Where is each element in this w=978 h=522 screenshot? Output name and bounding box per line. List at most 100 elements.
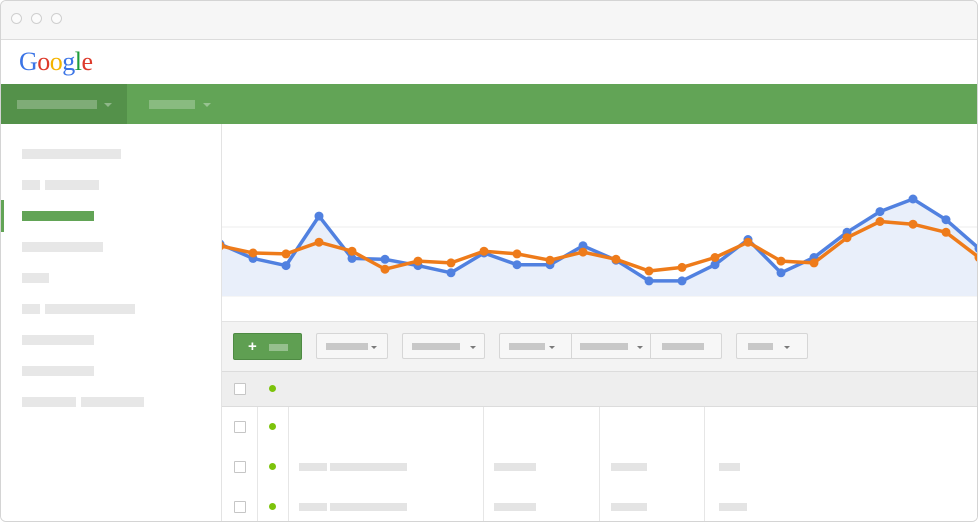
- data-point[interactable]: [545, 255, 555, 265]
- data-point[interactable]: [842, 233, 852, 243]
- logo-letter: G: [19, 47, 38, 76]
- dropdown-label-placeholder: [326, 343, 368, 350]
- cell-placeholder: [719, 463, 740, 471]
- data-point[interactable]: [578, 247, 588, 257]
- row-checkbox[interactable]: [234, 421, 246, 433]
- sidebar-item-placeholder: [22, 335, 94, 345]
- chevron-down-icon: [470, 346, 476, 349]
- data-point[interactable]: [644, 276, 654, 286]
- top-nav-bar: [1, 84, 977, 124]
- column-divider: [599, 447, 600, 487]
- data-point[interactable]: [776, 268, 786, 278]
- sidebar-item-placeholder: [45, 304, 135, 314]
- table-row[interactable]: [222, 407, 977, 448]
- sidebar-item-placeholder: [22, 366, 94, 376]
- data-point[interactable]: [347, 246, 357, 256]
- data-point[interactable]: [908, 219, 918, 229]
- data-point[interactable]: [710, 253, 720, 262]
- data-point[interactable]: [281, 249, 291, 259]
- data-point[interactable]: [644, 266, 654, 276]
- data-point[interactable]: [314, 211, 324, 221]
- data-point[interactable]: [743, 237, 753, 247]
- dropdown-label-placeholder: [580, 343, 628, 350]
- close-window-button[interactable]: [11, 13, 22, 24]
- filter-dropdown[interactable]: [499, 333, 572, 359]
- cell-placeholder: [494, 463, 536, 471]
- logo-letter: e: [81, 47, 94, 76]
- data-point[interactable]: [809, 258, 819, 268]
- column-divider: [257, 407, 258, 447]
- main-content: +: [215, 124, 977, 521]
- data-point[interactable]: [875, 217, 885, 226]
- data-point[interactable]: [677, 262, 687, 272]
- column-divider: [288, 447, 289, 487]
- sidebar-item[interactable]: [1, 297, 220, 321]
- sidebar-item[interactable]: [1, 266, 220, 290]
- logo-letter: l: [74, 47, 82, 76]
- table-header: [222, 371, 977, 407]
- cell-placeholder: [299, 463, 327, 471]
- data-point[interactable]: [413, 256, 423, 266]
- select-all-checkbox[interactable]: [234, 383, 246, 395]
- cell-placeholder: [330, 463, 407, 471]
- chevron-down-icon: [203, 103, 211, 107]
- row-checkbox[interactable]: [234, 461, 246, 473]
- status-dot-icon: [269, 385, 276, 392]
- sidebar-item[interactable]: [1, 390, 220, 414]
- data-point[interactable]: [611, 254, 621, 264]
- dropdown-label-placeholder: [509, 343, 545, 350]
- cell-placeholder: [719, 503, 747, 511]
- filter-button[interactable]: [650, 333, 722, 359]
- column-divider: [257, 447, 258, 487]
- sidebar-item[interactable]: [1, 173, 220, 197]
- filter-dropdown[interactable]: [402, 333, 485, 359]
- row-checkbox[interactable]: [234, 501, 246, 513]
- column-divider: [483, 487, 484, 521]
- data-point[interactable]: [248, 248, 258, 258]
- data-point[interactable]: [446, 268, 456, 278]
- cell-placeholder: [494, 503, 536, 511]
- data-point[interactable]: [941, 227, 951, 237]
- column-divider: [483, 447, 484, 487]
- sidebar-item-placeholder: [22, 304, 40, 314]
- line-chart: [215, 124, 977, 321]
- filter-dropdown[interactable]: [316, 333, 388, 359]
- table-row[interactable]: [222, 487, 977, 521]
- data-point[interactable]: [512, 260, 522, 270]
- google-logo[interactable]: Google: [19, 47, 93, 77]
- data-point[interactable]: [512, 249, 522, 259]
- nav-item-label-placeholder: [149, 100, 195, 109]
- data-point[interactable]: [941, 215, 951, 225]
- sidebar-item[interactable]: [1, 359, 220, 383]
- sidebar-item[interactable]: [1, 142, 220, 166]
- sidebar-item-active[interactable]: [1, 204, 220, 228]
- zoom-window-button[interactable]: [51, 13, 62, 24]
- data-point[interactable]: [314, 237, 324, 247]
- status-dot-icon: [269, 503, 276, 510]
- data-point[interactable]: [380, 264, 390, 274]
- data-point[interactable]: [776, 256, 786, 266]
- sidebar-item[interactable]: [1, 328, 220, 352]
- data-point[interactable]: [380, 254, 390, 264]
- filter-dropdown[interactable]: [571, 333, 651, 359]
- sidebar-item[interactable]: [1, 235, 220, 259]
- data-point[interactable]: [479, 246, 489, 256]
- data-point[interactable]: [446, 258, 456, 268]
- column-divider: [704, 407, 705, 447]
- chevron-down-icon: [549, 346, 555, 349]
- sidebar-item-placeholder: [22, 149, 121, 159]
- logo-letter: o: [37, 47, 50, 76]
- filter-dropdown[interactable]: [736, 333, 808, 359]
- add-button[interactable]: +: [233, 333, 302, 360]
- data-point[interactable]: [281, 261, 291, 271]
- browser-window: Google +: [0, 0, 978, 522]
- data-point[interactable]: [908, 194, 918, 204]
- column-divider: [257, 487, 258, 521]
- data-point[interactable]: [875, 207, 885, 217]
- nav-item-primary[interactable]: [1, 84, 127, 124]
- minimize-window-button[interactable]: [31, 13, 42, 24]
- table-row[interactable]: [222, 447, 977, 488]
- nav-item-secondary[interactable]: [141, 84, 217, 124]
- cell-placeholder: [611, 463, 647, 471]
- data-point[interactable]: [677, 276, 687, 286]
